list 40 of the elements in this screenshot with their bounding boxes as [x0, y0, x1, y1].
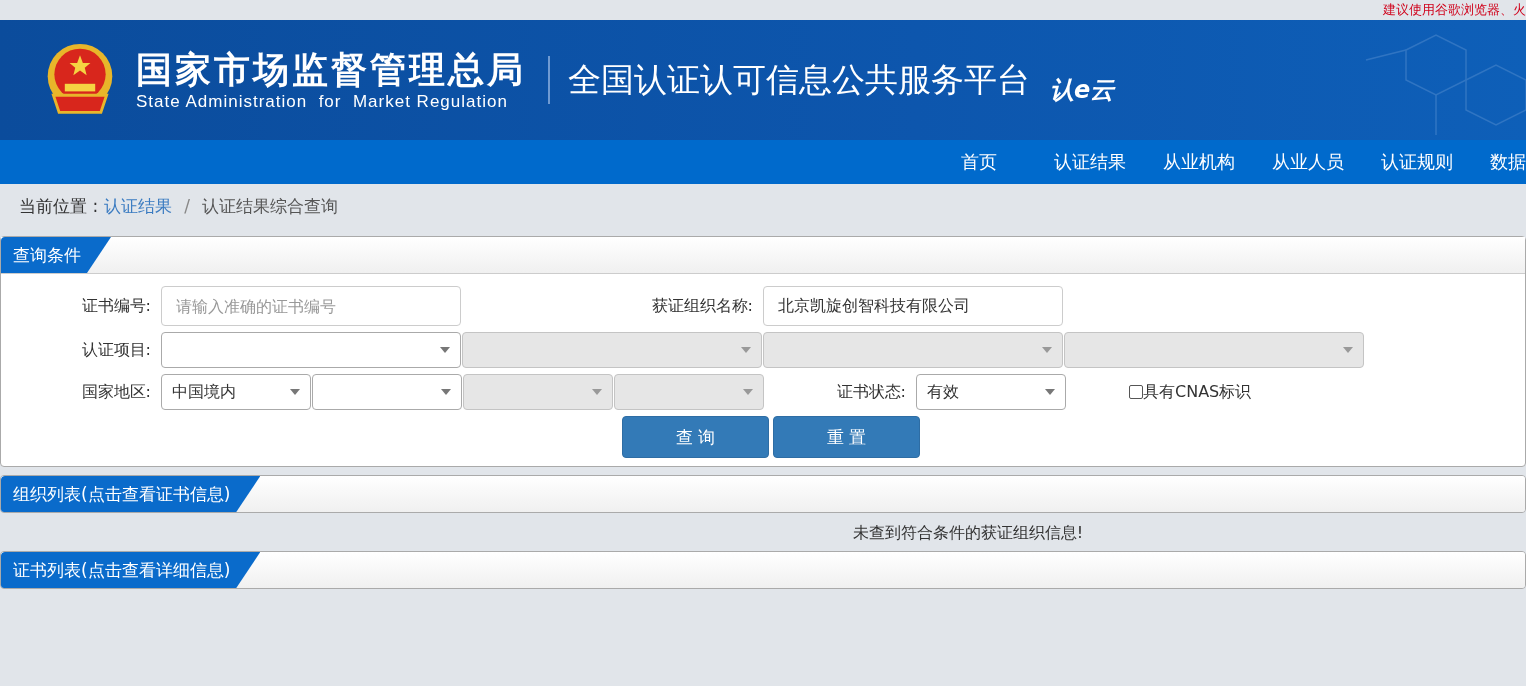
organization-name-field[interactable]: 北京凯旋创智科技有限公司: [763, 286, 1063, 326]
dropdown[interactable]: [312, 374, 462, 410]
caret-icon: [290, 389, 300, 395]
nav-link[interactable]: 从业人员: [1272, 150, 1344, 174]
search-button[interactable]: 查 询: [622, 416, 769, 458]
nav-link[interactable]: 数据: [1490, 150, 1526, 174]
certificate-status-dropdown[interactable]: 有效: [916, 374, 1066, 410]
field-label: 证书状态:: [835, 381, 907, 403]
breadcrumb-separator: /: [184, 196, 190, 216]
browser-notice: 建议使用谷歌浏览器、火: [1383, 1, 1526, 19]
nav-link[interactable]: 认证结果: [1054, 150, 1126, 174]
reset-button[interactable]: 重 置: [773, 416, 920, 458]
field-label: 证书编号:: [80, 295, 152, 317]
nav-link[interactable]: 从业机构: [1163, 150, 1235, 174]
breadcrumb-link[interactable]: 认证结果: [104, 194, 173, 218]
field-label: 获证组织名称:: [650, 295, 754, 317]
dropdown[interactable]: 中国境内: [161, 374, 311, 410]
agency-name: 国家市场监督管理总局: [136, 48, 526, 92]
caret-icon: [1045, 389, 1055, 395]
agency-english-name: State Administration for Market Regulation: [136, 92, 509, 112]
platform-title: 全国认证认可信息公共服务平台: [568, 58, 1030, 101]
breadcrumb-current: 认证结果综合查询: [201, 194, 338, 218]
field-label: 国家地区:: [80, 381, 152, 403]
platform-logo: 认e云: [1050, 75, 1115, 106]
caret-icon: [592, 389, 602, 395]
certificate-number-field[interactable]: 请输入准确的证书编号: [161, 286, 461, 326]
dropdown[interactable]: [161, 332, 461, 368]
empty-result-message: 未查到符合条件的获证组织信息!: [851, 522, 1085, 543]
caret-icon: [441, 389, 451, 395]
caret-icon: [741, 347, 751, 353]
caret-icon: [743, 389, 753, 395]
nav-link[interactable]: 认证规则: [1381, 150, 1453, 174]
caret-icon: [1343, 347, 1353, 353]
checkbox-label: 具有CNAS标识: [1143, 381, 1252, 403]
caret-icon: [440, 347, 450, 353]
nav-link[interactable]: 首页: [961, 150, 997, 174]
checkbox[interactable]: [1129, 385, 1143, 399]
caret-icon: [1042, 347, 1052, 353]
field-label: 认证项目:: [80, 339, 152, 361]
breadcrumb-label: 当前位置 :: [19, 194, 99, 218]
